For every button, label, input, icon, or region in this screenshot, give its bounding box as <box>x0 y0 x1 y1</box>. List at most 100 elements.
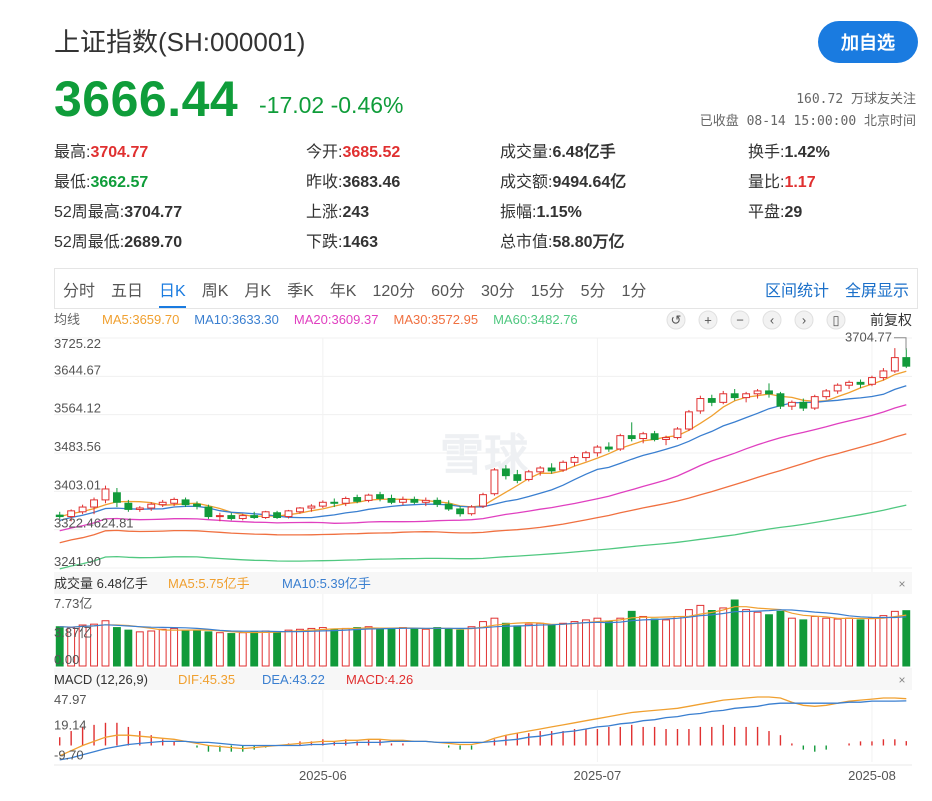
market-status: 已收盘 08-14 15:00:00 北京时间 <box>699 114 916 129</box>
tab-60min[interactable]: 60分 <box>423 269 473 308</box>
volume-legend-item: MA10:5.39亿手 <box>282 576 371 591</box>
candle-body <box>707 398 716 403</box>
quote-item-prev-close: 昨收:3683.46 <box>306 174 401 191</box>
volume-bar <box>410 627 419 667</box>
fullscreen-link[interactable]: 全屏显示 <box>837 269 917 308</box>
scroll-right-icon-glyph: › <box>802 313 806 328</box>
tab-monthly-k[interactable]: 月K <box>236 269 279 308</box>
candle-body <box>501 468 510 477</box>
tab-15min[interactable]: 15分 <box>523 269 573 308</box>
candle-body <box>135 507 144 510</box>
quote-item-low: 最低:3662.57 <box>54 174 149 191</box>
quote-item-advancers: 上涨:243 <box>306 204 370 221</box>
tab-120min[interactable]: 120分 <box>364 269 423 308</box>
volume-bar <box>215 632 224 667</box>
quote-item-decliners: 下跌:1463 <box>306 234 379 251</box>
volume-bar <box>364 626 373 667</box>
volume-bar <box>250 631 259 667</box>
page-title: 上证指数(SH:000001) <box>54 27 306 57</box>
ma-legend-item: MA60:3482.76 <box>493 312 578 327</box>
candle-body <box>719 393 728 403</box>
volume-bar <box>753 611 762 667</box>
candle-body <box>570 457 579 463</box>
macd-dea-line <box>59 700 907 761</box>
volume-bar <box>376 627 384 667</box>
tab-quarterly-k[interactable]: 季K <box>279 269 322 308</box>
candle-body <box>433 499 442 505</box>
candle-body <box>868 377 876 385</box>
macd-close-icon[interactable]: × <box>898 673 905 687</box>
volume-bar <box>421 628 430 667</box>
ma-legend-item: MA10:3633.30 <box>194 312 279 327</box>
candle-body <box>204 506 213 518</box>
adjust-mode-toggle[interactable]: 前复权 <box>870 312 912 328</box>
volume-tick-label: 0.00 <box>54 652 79 667</box>
volume-bar <box>284 629 293 667</box>
volume-bar <box>856 619 865 667</box>
tab-five-day[interactable]: 五日 <box>103 269 151 308</box>
kline-chart: 均线 MA5:3659.70 MA10:3633.30 MA20:3609.37 MA3… <box>54 310 918 800</box>
volume-legend-item: 成交量 6.48亿手 <box>54 576 148 591</box>
candle-body <box>650 433 659 440</box>
candle-body <box>444 503 453 510</box>
volume-bar <box>879 615 888 667</box>
volume-bar <box>456 629 465 667</box>
volume-bar <box>501 622 510 667</box>
candle-body <box>593 446 602 454</box>
macd-legend-item: DEA:43.22 <box>262 672 325 687</box>
candle-body <box>261 511 270 519</box>
tab-weekly-k[interactable]: 周K <box>194 269 237 308</box>
volume-bar <box>193 630 201 667</box>
volume-bar <box>307 627 316 667</box>
candle-body <box>78 506 87 513</box>
tab-30min[interactable]: 30分 <box>473 269 523 308</box>
macd-tick-label: 19.14 <box>54 718 87 733</box>
candle-body <box>307 505 316 509</box>
volume-bar <box>742 609 751 667</box>
period-tabs: 分时 五日 日K 周K 月K 季K 年K 120分 60分 30分 15分 5分… <box>54 268 918 309</box>
price-change: -17.02 -0.46% <box>259 92 404 118</box>
tab-intraday[interactable]: 分时 <box>55 269 103 308</box>
candle-body <box>353 497 362 502</box>
macd-legend-item: MACD (12,26,9) <box>54 672 148 687</box>
quote-item-open: 今开:3685.52 <box>306 144 401 161</box>
volume-bar <box>170 627 179 667</box>
candle-body <box>845 381 854 386</box>
volume-bar <box>261 630 270 667</box>
volume-close-icon[interactable]: × <box>898 577 905 591</box>
x-axis-label: 2025-06 <box>299 768 347 783</box>
candle-body <box>833 384 842 392</box>
add-to-watchlist-button[interactable]: 加自选 <box>818 21 918 63</box>
price-tick-label: 3644.67 <box>54 362 101 377</box>
volume-bar <box>662 619 670 667</box>
ma-legend-item: MA30:3572.95 <box>394 312 479 327</box>
quote-item-amplitude: 振幅:1.15% <box>500 204 582 221</box>
x-axis-label: 2025-08 <box>848 768 896 783</box>
volume-bar <box>822 617 831 667</box>
candle-body <box>902 357 911 367</box>
volume-bar <box>513 625 522 667</box>
tab-yearly-k[interactable]: 年K <box>322 269 365 308</box>
tab-1min[interactable]: 1分 <box>614 269 655 308</box>
volume-legend-item: MA5:5.75亿手 <box>168 576 250 591</box>
candle-body <box>742 393 751 399</box>
volume-bar <box>616 617 625 667</box>
quote-item-volume-ratio: 量比:1.17 <box>748 174 816 191</box>
candle-body <box>227 515 236 519</box>
volume-bar <box>444 628 453 667</box>
volume-bar <box>536 622 545 667</box>
volume-bar <box>135 631 144 667</box>
candle-body <box>410 498 419 503</box>
volume-bar <box>868 617 876 667</box>
tab-5min[interactable]: 5分 <box>573 269 614 308</box>
candle-body <box>90 499 98 508</box>
candle-body <box>787 401 796 407</box>
tab-daily-k[interactable]: 日K <box>151 269 194 308</box>
candle-body <box>513 474 522 481</box>
volume-bar <box>730 599 739 667</box>
volume-bar <box>890 610 899 667</box>
candle-body <box>296 507 304 513</box>
range-stats-link[interactable]: 区间统计 <box>757 269 837 308</box>
candle-body <box>696 398 705 412</box>
volume-bar <box>787 617 796 667</box>
